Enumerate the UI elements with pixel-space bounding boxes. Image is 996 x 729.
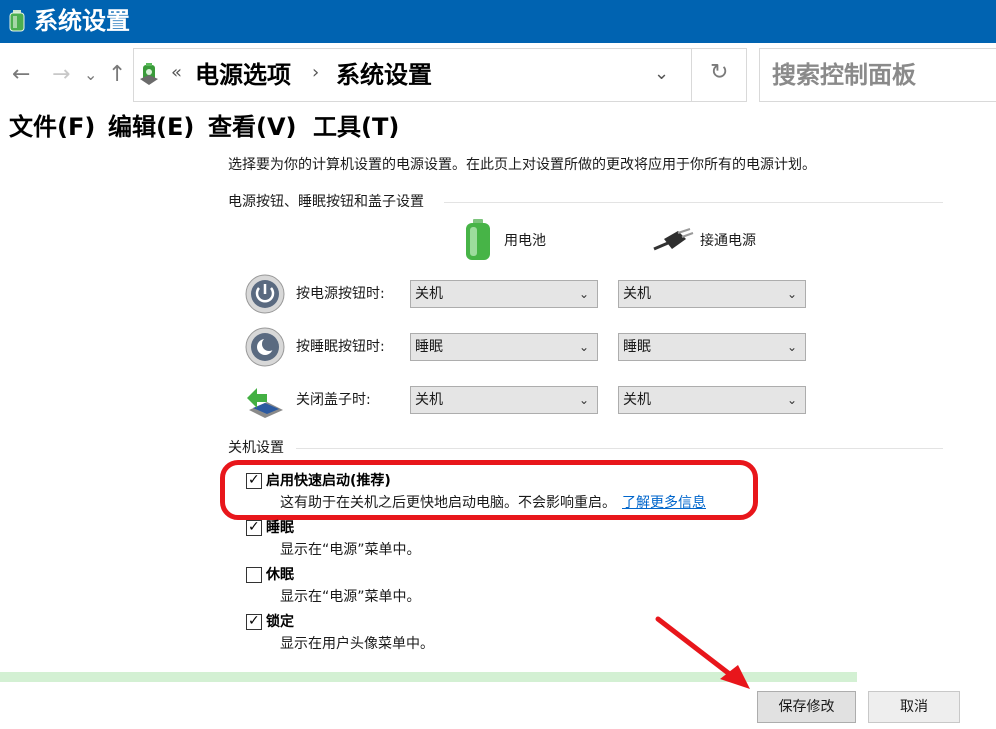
- chevron-down-icon: ⌄: [786, 340, 797, 354]
- save-changes-button[interactable]: 保存修改: [757, 691, 856, 723]
- hibernate-checkbox[interactable]: [246, 567, 262, 583]
- column-battery-label: 用电池: [504, 233, 546, 249]
- window: 系统设置 ← → ⌄ ↑ « 电源选项 › 系统设置 ⌄ ↻ 搜索控制面板 文件…: [0, 0, 996, 729]
- checkmark-icon: ✓: [248, 613, 260, 629]
- red-arrow-annotation: [655, 616, 750, 689]
- select-value: 关机: [415, 286, 443, 302]
- chevron-down-icon: ⌄: [786, 393, 797, 407]
- section-divider: [444, 202, 943, 203]
- up-button[interactable]: ↑: [108, 61, 126, 89]
- fast-startup-checkbox[interactable]: ✓: [246, 472, 262, 489]
- chevron-down-icon: ⌄: [578, 393, 589, 407]
- menu-file[interactable]: 文件(F): [9, 112, 95, 142]
- fast-startup-description: 这有助于在关机之后更快地启动电脑。不会影响重启。 了解更多信息: [280, 493, 706, 513]
- address-bar-row: ← → ⌄ ↑ « 电源选项 › 系统设置 ⌄ ↻ 搜索控制面板: [0, 43, 996, 107]
- menu-edit[interactable]: 编辑(E): [108, 112, 194, 142]
- sleep-checkbox[interactable]: ✓: [246, 519, 262, 536]
- breadcrumb-separator-icon[interactable]: ›: [312, 62, 319, 83]
- checkmark-icon: ✓: [248, 519, 260, 535]
- power-plug-icon: [653, 228, 694, 251]
- menu-view[interactable]: 查看(V): [208, 112, 297, 142]
- power-button-ac-select[interactable]: 关机 ⌄: [618, 280, 806, 308]
- lock-label[interactable]: 锁定: [266, 612, 294, 632]
- cancel-button[interactable]: 取消: [868, 691, 960, 723]
- select-value: 关机: [623, 392, 651, 408]
- battery-icon: [466, 219, 490, 260]
- title-bar: 系统设置: [0, 0, 996, 43]
- section-divider: [296, 448, 943, 449]
- lid-close-label: 关闭盖子时:: [296, 392, 371, 408]
- sleep-button-icon: [245, 327, 285, 367]
- hibernate-description: 显示在“电源”菜单中。: [280, 589, 421, 605]
- lock-checkbox[interactable]: ✓: [246, 613, 262, 630]
- forward-button[interactable]: →: [52, 61, 70, 89]
- address-bar[interactable]: « 电源选项 › 系统设置 ⌄ ↻: [133, 48, 747, 102]
- column-power-label: 接通电源: [700, 233, 756, 249]
- laptop-lid-icon: [247, 388, 283, 418]
- lock-description: 显示在用户头像菜单中。: [280, 636, 434, 652]
- breadcrumb-system-settings[interactable]: 系统设置: [336, 60, 432, 90]
- learn-more-link[interactable]: 了解更多信息: [622, 495, 706, 511]
- shutdown-section-title: 关机设置: [228, 440, 284, 456]
- search-box[interactable]: 搜索控制面板: [759, 48, 996, 102]
- chevron-down-icon: ⌄: [786, 287, 797, 301]
- main-content: 选择要为你的计算机设置的电源设置。在此页上对设置所做的更改将应用于你所有的电源计…: [0, 145, 996, 729]
- search-placeholder[interactable]: 搜索控制面板: [772, 60, 916, 90]
- fast-startup-desc-text: 这有助于在关机之后更快地启动电脑。不会影响重启。: [280, 495, 616, 511]
- lid-close-ac-select[interactable]: 关机 ⌄: [618, 386, 806, 414]
- intro-text: 选择要为你的计算机设置的电源设置。在此页上对设置所做的更改将应用于你所有的电源计…: [228, 157, 816, 173]
- buttons-section-title: 电源按钮、睡眠按钮和盖子设置: [228, 194, 424, 210]
- sleep-button-ac-select[interactable]: 睡眠 ⌄: [618, 333, 806, 361]
- refresh-icon[interactable]: ↻: [710, 60, 728, 85]
- address-dropdown-icon[interactable]: ⌄: [654, 63, 669, 84]
- recent-locations-button[interactable]: ⌄: [84, 61, 97, 89]
- select-value: 关机: [623, 286, 651, 302]
- menu-bar: 文件(F) 编辑(E) 查看(V) 工具(T): [0, 107, 996, 145]
- power-button-battery-select[interactable]: 关机 ⌄: [410, 280, 598, 308]
- chevron-down-icon: ⌄: [578, 340, 589, 354]
- lid-close-battery-select[interactable]: 关机 ⌄: [410, 386, 598, 414]
- control-panel-icon: [140, 63, 158, 85]
- back-button[interactable]: ←: [12, 61, 30, 89]
- power-button-label: 按电源按钮时:: [296, 286, 385, 302]
- fast-startup-label[interactable]: 启用快速启动(推荐): [266, 471, 391, 491]
- select-value: 关机: [415, 392, 443, 408]
- sleep-description: 显示在“电源”菜单中。: [280, 542, 421, 558]
- sleep-label[interactable]: 睡眠: [266, 518, 294, 538]
- select-value: 睡眠: [415, 339, 443, 355]
- breadcrumb-power-options[interactable]: 电源选项: [195, 60, 291, 90]
- checkmark-icon: ✓: [248, 472, 260, 488]
- window-title: 系统设置: [34, 7, 130, 35]
- sleep-button-label: 按睡眠按钮时:: [296, 339, 385, 355]
- select-value: 睡眠: [623, 339, 651, 355]
- power-button-icon: [245, 274, 285, 314]
- menu-tools[interactable]: 工具(T): [313, 112, 399, 142]
- battery-app-icon: [9, 10, 25, 32]
- address-divider: [691, 49, 692, 101]
- chevron-left-icon[interactable]: «: [171, 62, 182, 83]
- sleep-button-battery-select[interactable]: 睡眠 ⌄: [410, 333, 598, 361]
- chevron-down-icon: ⌄: [578, 287, 589, 301]
- hibernate-label[interactable]: 休眠: [266, 565, 294, 585]
